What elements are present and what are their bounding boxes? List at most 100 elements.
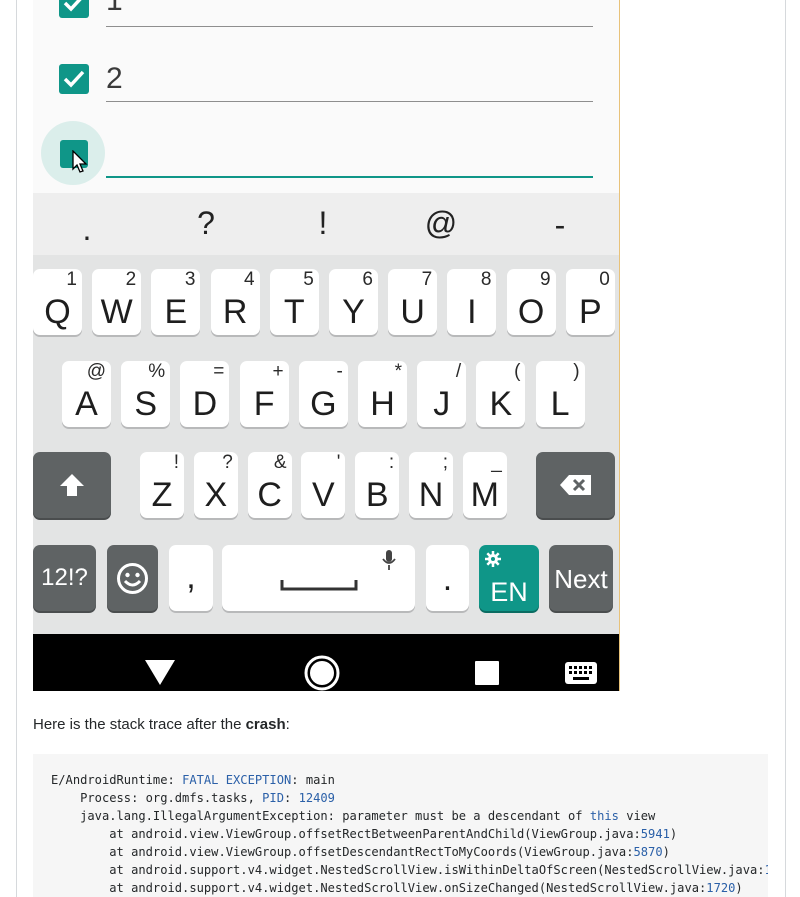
key-f[interactable]: + F	[239, 361, 289, 427]
key-hint-label: &	[273, 452, 287, 473]
key-hint-label: :	[388, 452, 395, 473]
recents-square-icon[interactable]	[474, 660, 500, 686]
key-v[interactable]: ' V	[301, 452, 346, 518]
key-y[interactable]: 6Y	[329, 269, 378, 335]
stack-frame: at android.support.v4.widget.NestedScrol…	[51, 863, 765, 877]
suggestion-dash[interactable]: -	[540, 207, 580, 244]
key-g[interactable]: -G	[298, 361, 348, 427]
key-n[interactable]: ; N	[409, 452, 453, 518]
checklist-item-text[interactable]: 2	[106, 62, 123, 96]
line-number: 5870	[633, 845, 663, 859]
shift-up-arrow-icon	[60, 474, 84, 496]
key-hint-label: 2	[125, 269, 137, 290]
suggestion-question[interactable]: ?	[186, 205, 226, 242]
key-hint-label: '	[336, 452, 341, 473]
key-b[interactable]: :B	[355, 452, 400, 518]
key-label: F	[253, 385, 275, 423]
key-p[interactable]: 0P	[565, 269, 615, 335]
checklist-item[interactable]: 2	[33, 54, 619, 104]
line-number: 12	[765, 863, 768, 877]
key-h[interactable]: * H	[358, 361, 407, 427]
key-c[interactable]: & C	[247, 452, 292, 518]
checklist-item-new[interactable]	[33, 128, 619, 178]
line-number: 5941	[640, 827, 670, 841]
key-w[interactable]: 2W	[92, 269, 142, 335]
stack-frame: at android.view.ViewGroup.offsetDescenda…	[51, 845, 634, 859]
key-m[interactable]: _ M	[462, 452, 507, 518]
symbols-key[interactable]: 12!?	[33, 545, 96, 611]
back-triangle-icon[interactable]	[144, 658, 176, 686]
shift-key[interactable]	[33, 452, 111, 518]
key-label: T	[283, 293, 305, 331]
key-e[interactable]: 3E	[151, 269, 201, 335]
suggestion-bar: . ? ! @ -	[33, 193, 619, 255]
key-hint-label: +	[272, 361, 284, 382]
key-d[interactable]: = D	[180, 361, 230, 427]
key-u[interactable]: 7U	[388, 269, 438, 335]
checkmark-icon	[63, 0, 82, 12]
key-o[interactable]: 9O	[506, 269, 556, 335]
key-j[interactable]: / J	[417, 361, 467, 427]
checkmark-icon	[63, 70, 85, 88]
key-hint-label: =	[213, 361, 225, 382]
key-label: O	[517, 293, 545, 331]
key-hint-label: _	[491, 452, 502, 473]
key-label: W	[100, 293, 133, 331]
key-hint-label: *	[394, 361, 402, 382]
key-q[interactable]: 1Q	[33, 269, 82, 335]
key-hint-label: 9	[540, 269, 551, 290]
suggestion-at[interactable]: @	[421, 205, 461, 242]
key-a[interactable]: @ A	[62, 361, 111, 427]
symbols-key-label: 12!?	[41, 564, 88, 591]
stack-frame-end: )	[662, 845, 670, 859]
key-hint-label: 3	[184, 269, 196, 290]
key-s[interactable]: % S	[121, 361, 171, 427]
key-t[interactable]: 5T	[269, 269, 319, 335]
emoji-key[interactable]	[107, 545, 158, 611]
key-label: Q	[44, 293, 71, 331]
stack-frame: at android.view.ViewGroup.offsetRectBetw…	[51, 827, 641, 841]
checklist: 1 2	[33, 0, 619, 193]
exception-line: java.lang.IllegalArgumentException: para…	[51, 809, 590, 823]
language-key[interactable]: EN	[479, 545, 539, 611]
key-label: Y	[342, 293, 365, 331]
comma-key[interactable]: ,	[169, 545, 213, 611]
text-field-underline-focused	[106, 176, 593, 178]
comma-key-label: ,	[186, 558, 196, 596]
key-hint-label: /	[455, 361, 462, 382]
key-label: I	[467, 293, 477, 331]
mouse-cursor-icon	[72, 150, 88, 173]
pid-separator: :	[284, 791, 299, 805]
key-hint-label: 6	[362, 269, 373, 290]
key-l[interactable]: ) L	[535, 361, 585, 427]
checklist-item[interactable]: 1	[33, 0, 619, 28]
checkbox-checked[interactable]	[59, 64, 89, 94]
key-x[interactable]: ? X	[193, 452, 238, 518]
next-key-label: Next	[554, 564, 608, 594]
key-label: G	[310, 385, 337, 423]
space-key[interactable]	[222, 545, 415, 611]
key-hint-label: (	[514, 361, 521, 382]
text-field-underline	[106, 101, 593, 102]
suggestion-period[interactable]: .	[67, 211, 107, 248]
key-hint-label: 1	[66, 269, 77, 290]
key-label: E	[164, 293, 188, 331]
key-i[interactable]: 8I	[447, 269, 497, 335]
backspace-key[interactable]	[536, 452, 615, 518]
period-key[interactable]: .	[426, 545, 469, 611]
key-label: H	[370, 385, 395, 423]
key-r[interactable]: 4R	[210, 269, 260, 335]
stack-frame-end: )	[735, 881, 743, 895]
key-z[interactable]: ! Z	[140, 452, 184, 518]
next-key[interactable]: Next	[549, 545, 613, 611]
checklist-item-text[interactable]: 1	[106, 0, 123, 18]
suggestion-exclamation[interactable]: !	[303, 205, 343, 242]
key-label: M	[470, 476, 499, 514]
space-bar-icon	[280, 580, 358, 591]
checkbox-checked[interactable]	[59, 0, 89, 18]
key-k[interactable]: (K	[476, 361, 526, 427]
caption-text: Here is the stack trace after the crash:	[33, 716, 290, 733]
keyboard-icon[interactable]	[564, 661, 598, 685]
home-circle-icon[interactable]	[303, 654, 341, 691]
fatal-exception-keyword: FATAL EXCEPTION	[182, 773, 292, 787]
